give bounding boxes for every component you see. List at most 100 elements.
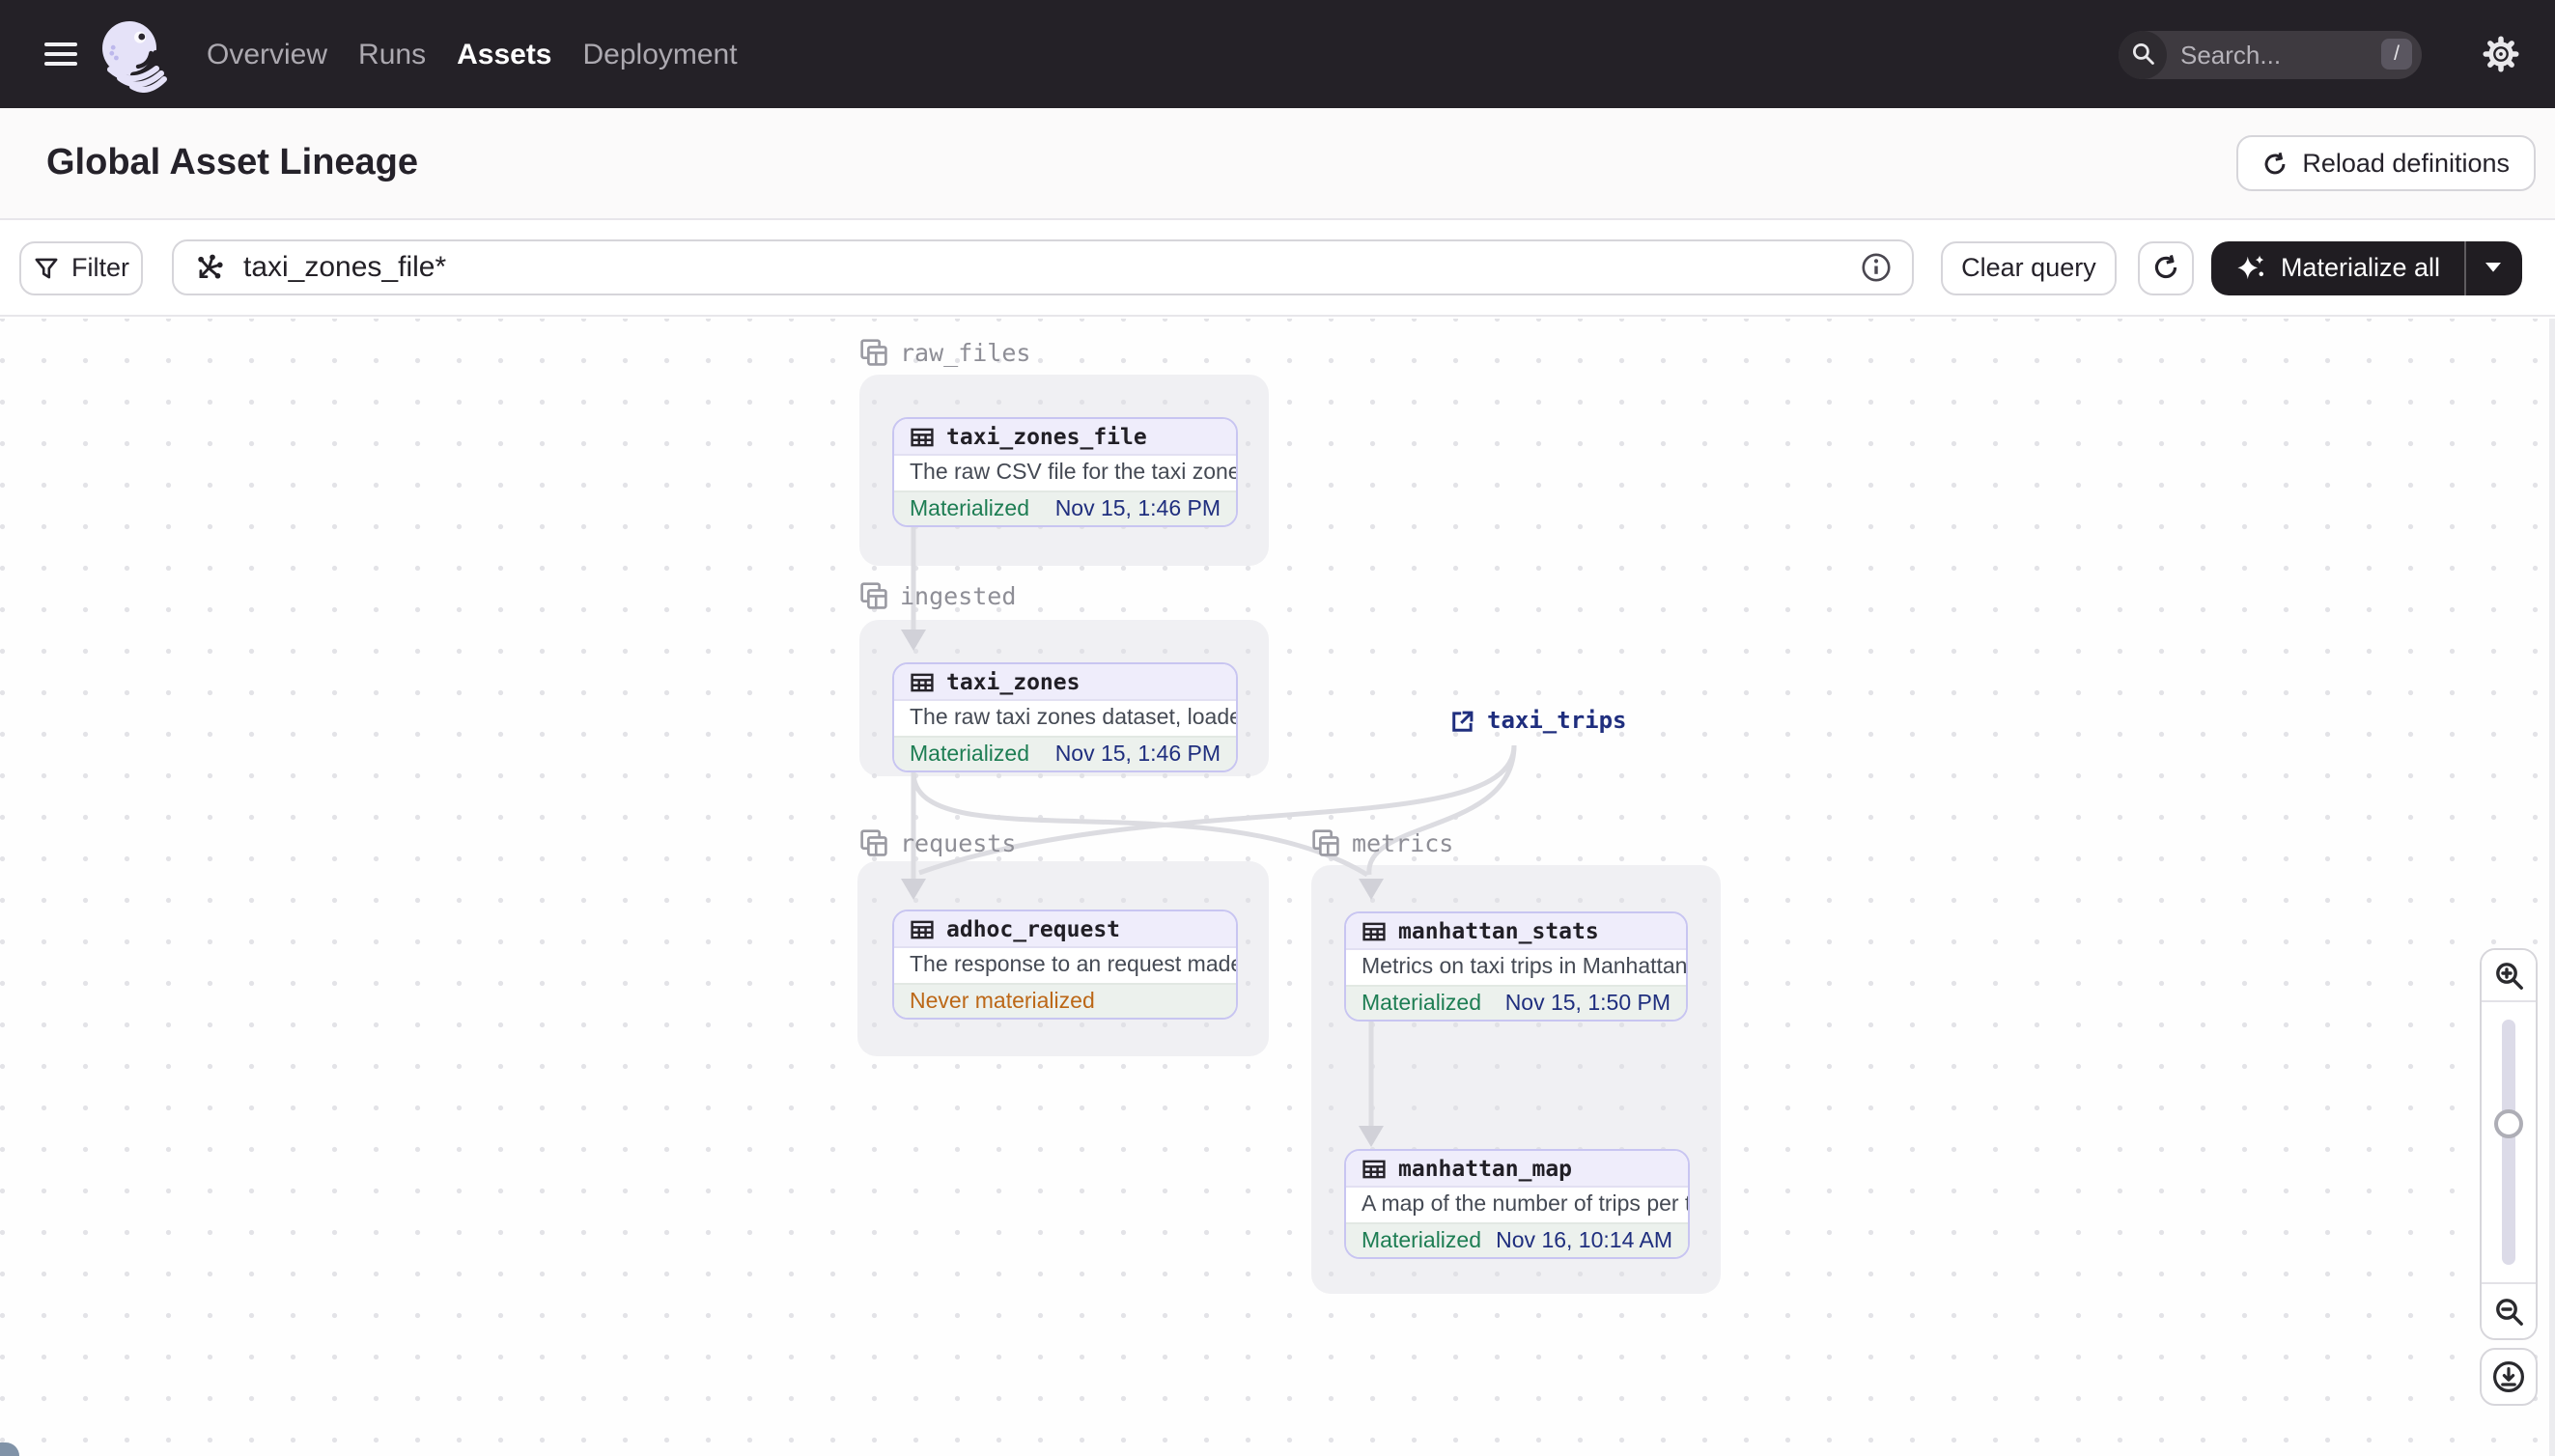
asset-node-manhattan_map[interactable]: manhattan_map A map of the number of tri… [1344,1149,1690,1259]
zoom-controls [2480,948,2538,1340]
asset-description: The raw taxi zones dataset, loaded int..… [910,707,1236,730]
table-icon [1362,921,1386,940]
external-link-icon [1452,710,1474,731]
table-icon [1362,1159,1386,1178]
chevron-down-icon [2485,263,2501,272]
asset-name: manhattan_stats [1398,917,1599,944]
asset-name: taxi_zones [946,668,1081,695]
partial-element-corner [0,1442,19,1456]
group-label-raw_files[interactable]: raw_files [859,338,1030,367]
asset-node-header: manhattan_map [1346,1151,1688,1188]
edge-taxi_zones-to-manhattan_stats [911,771,1369,878]
lineage-edges [901,527,1517,1147]
sparkle-icon [2237,255,2264,280]
asset-timestamp: Nov 15, 1:46 PM [1054,497,1221,520]
group-layers-icon [860,829,887,856]
group-label-metrics[interactable]: metrics [1311,828,1453,857]
external-asset-name: taxi_trips [1487,707,1627,734]
asset-selection-input[interactable] [239,249,1847,286]
zoom-out-button[interactable] [2482,1282,2536,1338]
lineage-toolbar: Filter Clear query [0,220,2555,317]
filter-funnel-icon [35,257,58,278]
group-name: metrics [1352,828,1454,857]
asset-description: A map of the number of trips per taxi z.… [1362,1193,1688,1217]
group-label-ingested[interactable]: ingested [859,581,1016,610]
dagster-logo-icon [102,21,167,93]
top-nav-bar: Overview Runs Assets Deployment / [0,0,2555,108]
asset-node-taxi_zones[interactable]: taxi_zones The raw taxi zones dataset, l… [892,662,1238,772]
asset-status-row: Materialized Nov 15, 1:50 PM [1346,985,1686,1020]
clear-query-label: Clear query [1961,253,2096,282]
nav-item-deployment[interactable]: Deployment [583,38,738,70]
asset-status-row: Never materialized [894,983,1236,1018]
zoom-slider-track[interactable] [2502,1020,2515,1265]
refresh-icon [2155,255,2178,279]
asset-status: Never materialized [910,990,1095,1013]
download-button[interactable] [2480,1348,2538,1406]
nav-item-assets[interactable]: Assets [457,38,551,70]
asset-name: manhattan_map [1398,1155,1573,1182]
asset-name: adhoc_request [946,915,1121,942]
asset-node-header: adhoc_request [894,911,1236,948]
refresh-button[interactable] [2138,240,2195,294]
table-icon [911,427,934,446]
nav-links: Overview Runs Assets Deployment [207,38,738,70]
clear-query-button[interactable]: Clear query [1940,240,2117,294]
group-name: raw_files [900,338,1031,367]
reload-definitions-label: Reload definitions [2302,149,2510,178]
reload-icon [2264,151,2286,174]
asset-selection-input-box[interactable] [172,239,1915,295]
download-icon [2493,1361,2524,1392]
asset-timestamp: Nov 15, 1:46 PM [1054,742,1221,766]
zoom-slider-thumb[interactable] [2494,1109,2523,1138]
asset-node-header: taxi_zones [894,664,1236,701]
group-name: requests [900,828,1017,857]
search-input[interactable] [2167,40,2381,69]
table-icon [911,919,934,938]
group-name: ingested [900,581,1017,610]
search-icon [2119,30,2167,78]
asset-node-taxi_zones_file[interactable]: taxi_zones_file The raw CSV file for the… [892,417,1238,527]
asset-node-manhattan_stats[interactable]: manhattan_stats Metrics on taxi trips in… [1344,911,1688,1022]
materialize-all-button[interactable]: Materialize all [2210,240,2521,294]
external-asset-link-taxi_trips[interactable]: taxi_trips [1450,707,1627,734]
asset-status: Materialized [1362,992,1481,1015]
asset-description: The response to an request made in th... [910,954,1236,977]
reload-definitions-button[interactable]: Reload definitions [2236,135,2535,191]
asset-node-header: taxi_zones_file [894,419,1236,456]
filter-button[interactable]: Filter [19,240,143,294]
asset-timestamp: Nov 15, 1:50 PM [1504,992,1671,1015]
search-bar[interactable]: / [2119,30,2422,78]
asset-selection-icon [198,254,223,279]
asset-status: Materialized [1362,1229,1481,1252]
group-label-requests[interactable]: requests [859,828,1016,857]
filter-label: Filter [71,253,129,282]
asset-status: Materialized [910,742,1029,766]
asset-node-header: manhattan_stats [1346,913,1686,950]
asset-status-row: Materialized Nov 15, 1:46 PM [894,490,1236,525]
lineage-canvas[interactable]: raw_files ingested requests metrics taxi… [0,319,2555,1456]
page-title: Global Asset Lineage [46,142,419,182]
asset-timestamp: Nov 16, 10:14 AM [1496,1229,1672,1252]
materialize-dropdown-button[interactable] [2463,240,2521,294]
asset-status: Materialized [910,497,1029,520]
info-icon[interactable] [1861,251,1894,284]
zoom-slider[interactable] [2482,1002,2536,1282]
asset-status-row: Materialized Nov 16, 10:14 AM [1346,1222,1688,1257]
asset-description: The raw CSV file for the taxi zones dat.… [910,462,1236,485]
nav-item-runs[interactable]: Runs [358,38,426,70]
zoom-out-icon [2495,1298,2522,1325]
settings-gear-icon[interactable] [2480,33,2522,75]
asset-node-adhoc_request[interactable]: adhoc_request The response to an request… [892,910,1238,1020]
group-layers-icon [860,339,887,366]
zoom-in-button[interactable] [2482,950,2536,1002]
search-shortcut-badge: / [2381,39,2412,70]
asset-name: taxi_zones_file [946,423,1147,450]
app-window: Overview Runs Assets Deployment / [0,0,2555,1456]
materialize-all-label: Materialize all [2280,253,2440,282]
nav-item-overview[interactable]: Overview [207,38,327,70]
zoom-in-icon [2495,962,2522,989]
table-icon [911,672,934,691]
hamburger-menu-icon[interactable] [44,42,77,67]
canvas-scrollbar[interactable] [2549,319,2555,1456]
